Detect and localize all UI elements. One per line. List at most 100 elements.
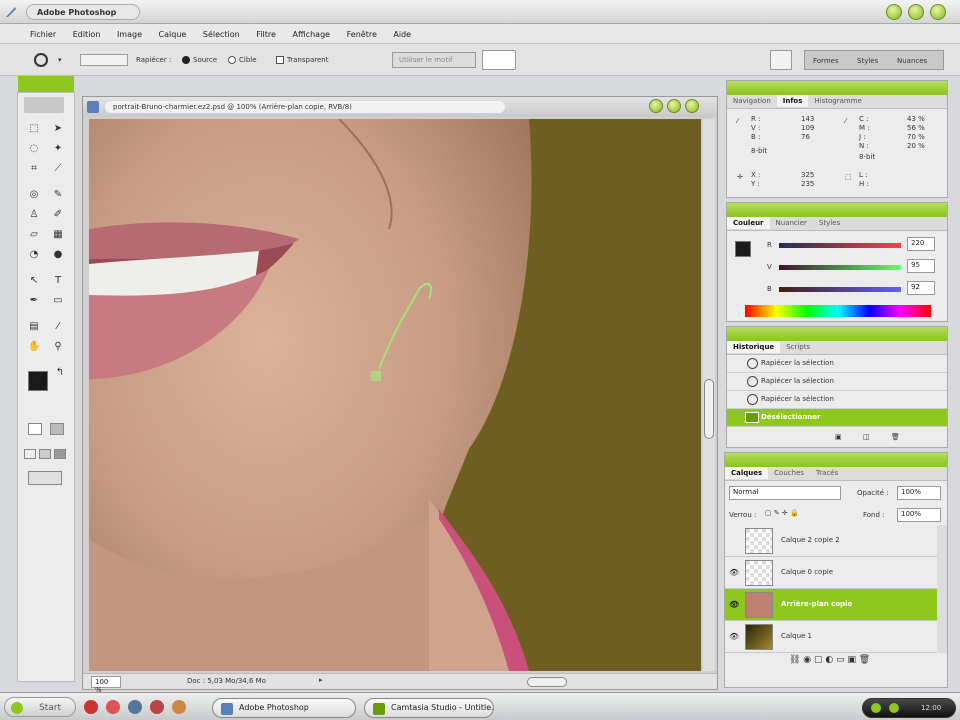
new-snapshot-icon[interactable]: ◫ — [863, 433, 870, 441]
patch-tool-icon[interactable] — [34, 53, 48, 67]
tab-nuancier[interactable]: Nuancier — [770, 217, 813, 229]
layers-footer-icons[interactable]: ⛓ ◉ ▢ ◐ ▭ ▣ 🗑 — [789, 655, 870, 665]
color-spectrum-bar[interactable] — [745, 305, 931, 317]
doc-close-button[interactable] — [685, 99, 699, 113]
menu-edition[interactable]: Edition — [73, 30, 101, 39]
path-selection-tool-icon[interactable]: ↖ — [28, 275, 40, 287]
menu-calque[interactable]: Calque — [159, 30, 187, 39]
transparent-checkbox[interactable] — [276, 56, 284, 64]
channel-value-r[interactable]: 220 — [907, 237, 935, 251]
quick-mask-icon[interactable] — [50, 423, 64, 435]
jump-to-imageready-icon[interactable] — [28, 471, 62, 485]
standard-mode-icon[interactable] — [28, 423, 42, 435]
marquee-tool-icon[interactable]: ⬚ — [28, 123, 40, 135]
quick-launch-icon[interactable] — [172, 700, 186, 714]
tab-historique[interactable]: Historique — [727, 341, 781, 353]
layer-row[interactable]: 👁 Calque 1 — [725, 621, 937, 653]
notes-tool-icon[interactable]: ▤ — [28, 321, 40, 333]
stamp-tool-icon[interactable]: ♙ — [28, 209, 40, 221]
lock-icons[interactable]: ▢ ✎ ✛ 🔒 — [765, 509, 799, 517]
eye-icon[interactable]: 👁 — [729, 601, 739, 609]
eye-icon[interactable]: 👁 — [729, 569, 739, 577]
channel-value-v[interactable]: 95 — [907, 259, 935, 273]
shape-tool-icon[interactable]: ▭ — [52, 295, 64, 307]
menu-image[interactable]: Image — [117, 30, 142, 39]
slider-r[interactable] — [779, 243, 901, 248]
menu-aide[interactable]: Aide — [393, 30, 411, 39]
move-tool-icon[interactable]: ➤ — [52, 123, 64, 135]
blend-mode-select[interactable]: Normal — [729, 486, 841, 500]
quick-launch-icon[interactable] — [150, 700, 164, 714]
use-pattern-button[interactable]: Utiliser le motif — [392, 52, 476, 68]
tab-styles[interactable]: Styles — [813, 217, 846, 229]
channel-value-b[interactable]: 92 — [907, 281, 935, 295]
close-button[interactable] — [930, 4, 946, 20]
slider-b[interactable] — [779, 287, 901, 292]
source-radio[interactable] — [182, 56, 190, 64]
doc-minimize-button[interactable] — [649, 99, 663, 113]
swap-colors-icon[interactable]: ↰ — [54, 367, 66, 379]
palette-well-tab-formes[interactable]: Formes — [813, 57, 839, 65]
history-brush-tool-icon[interactable]: ✐ — [52, 209, 64, 221]
layer-row[interactable]: 👁 Calque 0 copie — [725, 557, 937, 589]
brush-tool-icon[interactable]: ✎ — [52, 189, 64, 201]
fg-color-swatch[interactable] — [735, 241, 751, 257]
menu-affichage[interactable]: Affichage — [292, 30, 330, 39]
selection-mode-buttons[interactable] — [80, 54, 128, 66]
history-item[interactable]: Rapiécer la sélection — [727, 391, 947, 409]
layers-scrollbar[interactable] — [937, 525, 947, 653]
tray-icon[interactable] — [871, 703, 881, 713]
slider-v[interactable] — [779, 265, 901, 270]
eye-icon[interactable]: 👁 — [729, 633, 739, 641]
delete-state-icon[interactable]: 🗑 — [891, 433, 900, 441]
minimize-button[interactable] — [886, 4, 902, 20]
foreground-color-swatch[interactable] — [28, 371, 48, 391]
eyedropper-tool-icon[interactable]: ⁄ — [52, 321, 64, 333]
tray-icon[interactable] — [889, 703, 899, 713]
quick-launch-icon[interactable] — [128, 700, 142, 714]
hand-tool-icon[interactable]: ✋ — [28, 341, 40, 353]
history-item[interactable]: Rapiécer la sélection — [727, 373, 947, 391]
slice-tool-icon[interactable]: ⟋ — [52, 163, 64, 175]
blur-tool-icon[interactable]: ◔ — [28, 249, 40, 261]
history-item-selected[interactable]: Désélectionner — [727, 409, 947, 427]
layer-row-selected[interactable]: 👁 Arrière-plan copie — [725, 589, 937, 621]
gradient-tool-icon[interactable]: ▦ — [52, 229, 64, 241]
zoom-field[interactable]: 100 % — [91, 676, 121, 694]
opacity-field[interactable]: 100% — [897, 486, 941, 500]
tab-couches[interactable]: Couches — [768, 467, 810, 479]
quick-launch-icon[interactable] — [84, 700, 98, 714]
palette-well-tab-nuances[interactable]: Nuances — [897, 57, 927, 65]
new-document-from-state-icon[interactable]: ▣ — [835, 433, 842, 441]
doc-maximize-button[interactable] — [667, 99, 681, 113]
patch-tool-icon[interactable]: ◎ — [28, 189, 40, 201]
palette-well-tab-styles[interactable]: Styles — [857, 57, 878, 65]
task-photoshop[interactable]: Adobe Photoshop — [212, 698, 356, 718]
tab-scripts[interactable]: Scripts — [780, 341, 816, 353]
vertical-scrollbar[interactable] — [703, 119, 715, 671]
menu-fichier[interactable]: Fichier — [30, 30, 56, 39]
menu-selection[interactable]: Sélection — [203, 30, 240, 39]
horizontal-scrollbar-thumb[interactable] — [527, 677, 567, 687]
image-canvas[interactable] — [89, 119, 701, 671]
history-item[interactable]: Rapiécer la sélection — [727, 355, 947, 373]
pen-tool-icon[interactable]: ✒ — [28, 295, 40, 307]
menu-fenetre[interactable]: Fenêtre — [347, 30, 377, 39]
crop-tool-icon[interactable]: ⌗ — [28, 163, 40, 175]
type-tool-icon[interactable]: T — [52, 275, 64, 287]
cible-radio[interactable] — [228, 56, 236, 64]
tab-traces[interactable]: Tracés — [810, 467, 844, 479]
screen-mode-buttons[interactable] — [24, 449, 68, 461]
tab-navigation[interactable]: Navigation — [727, 95, 777, 107]
tool-preset-chevron-icon[interactable]: ▾ — [58, 56, 62, 64]
fill-field[interactable]: 100% — [897, 508, 941, 522]
history-footer-buttons[interactable]: ▣ ◫ 🗑 — [835, 433, 915, 445]
tab-calques[interactable]: Calques — [725, 467, 769, 479]
pattern-picker[interactable] — [482, 50, 516, 70]
eraser-tool-icon[interactable]: ▱ — [28, 229, 40, 241]
status-menu-arrow-icon[interactable]: ▸ — [319, 676, 323, 684]
file-browser-icon[interactable] — [770, 50, 792, 70]
vertical-scrollbar-thumb[interactable] — [704, 379, 714, 439]
magic-wand-tool-icon[interactable]: ✦ — [52, 143, 64, 155]
task-camtasia[interactable]: Camtasia Studio - Untitle... — [364, 698, 494, 718]
